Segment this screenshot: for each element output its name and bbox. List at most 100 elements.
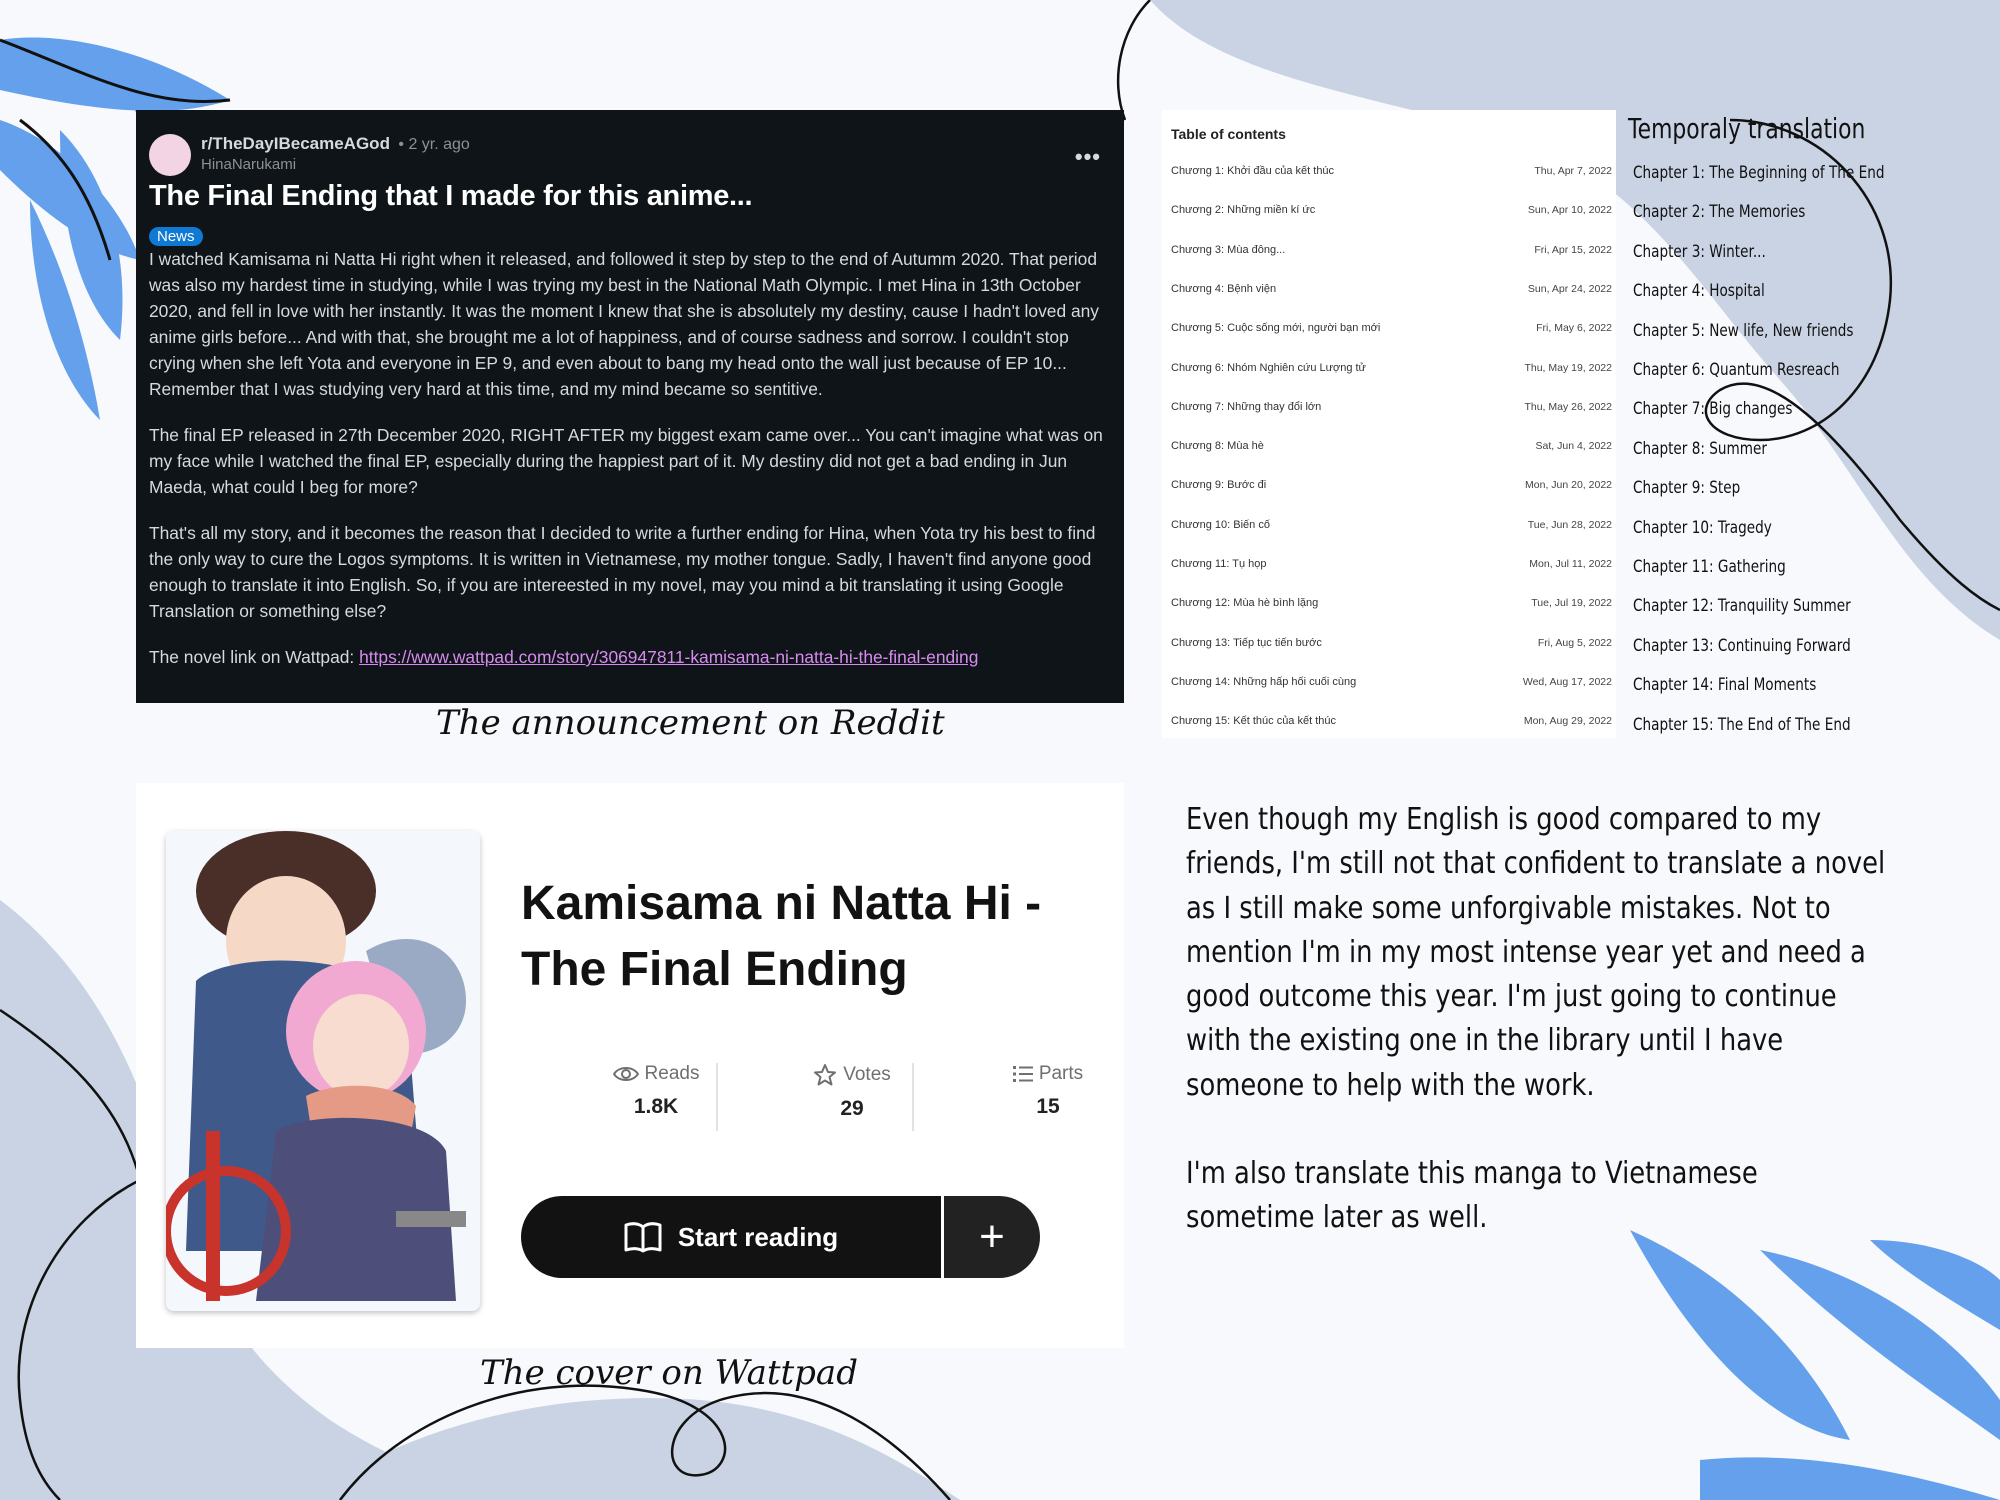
- author-note: Even though my English is good compared …: [1186, 798, 1885, 1285]
- toc-row[interactable]: Chương 11: Tụ họp Mon, Jul 11, 2022: [1171, 558, 1612, 578]
- toc-row[interactable]: Chương 15: Kết thúc của kết thúc Mon, Aug…: [1171, 715, 1612, 735]
- post-author[interactable]: HinaNarukami: [201, 156, 470, 173]
- translated-chapter: Chapter 3: Winter...: [1633, 241, 1766, 262]
- toc-row[interactable]: Chương 3: Mùa đông... Fri, Apr 15, 2022: [1171, 244, 1612, 264]
- toc-row[interactable]: Chương 8: Mùa hè Sat, Jun 4, 2022: [1171, 440, 1612, 460]
- reads-stat: Reads 1.8K: [558, 1063, 754, 1119]
- start-reading-button[interactable]: Start reading: [521, 1196, 941, 1278]
- eye-icon: [612, 1066, 639, 1081]
- toc-row[interactable]: Chương 13: Tiếp tục tiến bước Fri, Aug 5,…: [1171, 637, 1612, 657]
- translated-chapter: Chapter 5: New life, New friends: [1633, 320, 1854, 341]
- toc-row[interactable]: Chương 9: Bước đi Mon, Jun 20, 2022: [1171, 479, 1612, 499]
- toc-row[interactable]: Chương 2: Những miền kí ức Sun, Apr 10, 2…: [1171, 204, 1612, 224]
- translated-chapter: Chapter 1: The Beginning of The End: [1633, 163, 1885, 183]
- reddit-caption: The announcement on Reddit: [436, 703, 945, 743]
- translated-chapter: Chapter 6: Quantum Resreach: [1633, 360, 1840, 380]
- curve-line-top: [1116, 0, 1151, 121]
- note-paragraph: I'm also translate this manga to Vietnam…: [1186, 1156, 1758, 1236]
- post-header: r/TheDayIBecameAGod • 2 yr. ago HinaNaru…: [149, 134, 1111, 176]
- chapter-date: Thu, May 26, 2022: [1524, 400, 1612, 413]
- toc-row[interactable]: Chương 10: Biến cố Tue, Jun 28, 2022: [1171, 519, 1612, 539]
- stat-divider: [716, 1063, 718, 1131]
- chapter-date: Thu, Apr 7, 2022: [1534, 165, 1612, 177]
- chapter-name: Chương 7: Những thay đổi lớn: [1171, 400, 1322, 413]
- star-icon: [814, 1064, 837, 1086]
- wattpad-link[interactable]: https://www.wattpad.com/story/306947811-…: [359, 647, 978, 667]
- chapter-name: Chương 5: Cuộc sống mới, người bạn mới: [1171, 322, 1381, 335]
- toc-row[interactable]: Chương 6: Nhóm Nghiên cứu Lượng tử Thu, M…: [1171, 362, 1612, 382]
- chapter-date: Mon, Aug 29, 2022: [1523, 715, 1612, 728]
- post-meta: r/TheDayIBecameAGod • 2 yr. ago HinaNaru…: [201, 134, 470, 173]
- chapter-name: Chương 4: Bệnh viện: [1171, 282, 1277, 295]
- chapter-date: Tue, Jul 19, 2022: [1531, 597, 1612, 610]
- wattpad-story-card: Kamisama ni Natta Hi - The Final Ending …: [136, 783, 1124, 1348]
- more-options-icon[interactable]: •••: [1075, 144, 1101, 170]
- post-title[interactable]: The Final Ending that I made for this an…: [149, 180, 1111, 213]
- chapter-date: Fri, Apr 15, 2022: [1534, 243, 1612, 256]
- toc-row[interactable]: Chương 1: Khởi đầu của kết thúc Thu, Apr …: [1171, 165, 1612, 185]
- book-cover[interactable]: [166, 831, 480, 1311]
- votes-stat: Votes 29: [754, 1063, 950, 1121]
- translated-chapter: Chapter 8: Summer: [1633, 438, 1767, 459]
- translated-chapter: Chapter 12: Tranquility Summer: [1633, 596, 1851, 617]
- chapter-name: Chương 13: Tiếp tục tiến bước: [1171, 636, 1322, 649]
- reads-value: 1.8K: [633, 1095, 679, 1118]
- add-to-library-button[interactable]: +: [944, 1196, 1040, 1278]
- toc-row[interactable]: Chương 7: Những thay đổi lớn Thu, May 26,…: [1171, 401, 1612, 421]
- book-icon: [624, 1222, 662, 1253]
- post-paragraph: That's all my story, and it becomes the …: [149, 523, 1096, 621]
- list-icon: [1012, 1065, 1033, 1082]
- parts-stat: Parts 15: [950, 1063, 1146, 1119]
- story-title[interactable]: Kamisama ni Natta Hi - The Final Ending: [521, 871, 1101, 1003]
- translated-chapter: Chapter 10: Tragedy: [1633, 517, 1772, 538]
- toc-row[interactable]: Chương 5: Cuộc sống mới, người bạn mới Fr…: [1171, 322, 1612, 342]
- chapter-name: Chương 9: Bước đi: [1171, 479, 1267, 492]
- post-body: I watched Kamisama ni Natta Hi right whe…: [149, 246, 1111, 670]
- chapter-name: Chương 1: Khởi đầu của kết thúc: [1171, 165, 1335, 177]
- wattpad-caption: The cover on Wattpad: [480, 1353, 858, 1393]
- note-paragraph: Even though my English is good compared …: [1186, 802, 1886, 1103]
- translated-chapter: Chapter 15: The End of The End: [1633, 714, 1851, 735]
- chapter-date: Thu, May 19, 2022: [1524, 361, 1612, 374]
- chapter-name: Chương 14: Những hấp hối cuối cùng: [1171, 675, 1357, 688]
- chapter-name: Chương 2: Những miền kí ức: [1171, 204, 1316, 217]
- post-link-line: The novel link on Wattpad: https://www.w…: [149, 644, 1111, 670]
- chapter-name: Chương 12: Mùa hè bình lặng: [1171, 597, 1319, 610]
- chapter-name: Chương 15: Kết thúc của kết thúc: [1171, 715, 1337, 728]
- cover-illustration: [166, 831, 480, 1311]
- table-of-contents: Table of contents Chương 1: Khởi đầu của…: [1162, 110, 1616, 738]
- subreddit-avatar[interactable]: [149, 134, 191, 176]
- chapter-name: Chương 11: Tụ họp: [1171, 558, 1267, 570]
- start-reading-label: Start reading: [677, 1221, 839, 1252]
- chapter-date: Fri, May 6, 2022: [1536, 322, 1612, 335]
- votes-label: Votes: [843, 1064, 891, 1086]
- subreddit-name[interactable]: r/TheDayIBecameAGod: [201, 134, 390, 153]
- chapter-date: Tue, Jun 28, 2022: [1527, 518, 1612, 531]
- bottom-blob: [300, 1398, 960, 1500]
- translated-chapter: Chapter 11: Gathering: [1633, 557, 1786, 577]
- toc-row[interactable]: Chương 12: Mùa hè bình lặng Tue, Jul 19, …: [1171, 597, 1612, 617]
- toc-row[interactable]: Chương 14: Những hấp hối cuối cùng Wed, A…: [1171, 676, 1612, 696]
- chapter-date: Sun, Apr 24, 2022: [1527, 282, 1612, 295]
- chapter-name: Chương 10: Biến cố: [1171, 518, 1270, 531]
- chapter-name: Chương 3: Mùa đông...: [1171, 243, 1286, 256]
- stat-divider: [912, 1063, 914, 1131]
- plus-icon: +: [979, 1212, 1005, 1261]
- chapter-name: Chương 6: Nhóm Nghiên cứu Lượng tử: [1171, 361, 1366, 374]
- toc-title: Table of contents: [1171, 126, 1286, 142]
- translation-title: Temporaly translation: [1628, 112, 1866, 145]
- translated-chapter: Chapter 2: The Memories: [1633, 202, 1806, 223]
- translated-chapter: Chapter 13: Continuing Forward: [1633, 635, 1851, 656]
- chapter-date: Fri, Aug 5, 2022: [1537, 636, 1612, 649]
- translated-chapter: Chapter 9: Step: [1633, 478, 1741, 499]
- chapter-name: Chương 8: Mùa hè: [1171, 440, 1264, 453]
- flair-badge[interactable]: News: [149, 227, 203, 246]
- chapter-date: Mon, Jul 11, 2022: [1529, 558, 1612, 570]
- chapter-date: Wed, Aug 17, 2022: [1522, 675, 1612, 688]
- toc-row[interactable]: Chương 4: Bệnh viện Sun, Apr 24, 2022: [1171, 283, 1612, 303]
- parts-label: Parts: [1038, 1063, 1084, 1084]
- reads-label: Reads: [644, 1063, 700, 1084]
- link-prefix: The novel link on Wattpad:: [149, 647, 360, 667]
- chapter-date: Mon, Jun 20, 2022: [1525, 479, 1612, 492]
- chapter-date: Sun, Apr 10, 2022: [1527, 204, 1612, 217]
